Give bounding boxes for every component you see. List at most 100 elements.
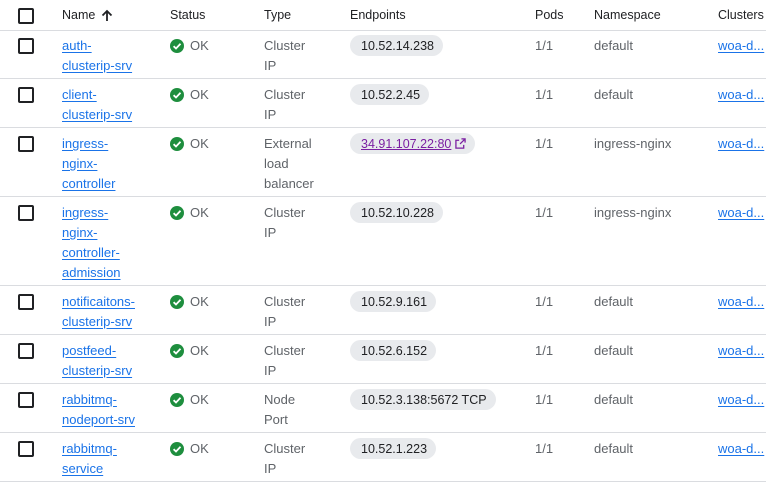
table-row: client-clusterip-srv OK Cluster IP 10.52.2.4… — [0, 79, 766, 128]
namespace: default — [594, 343, 634, 358]
column-header-status[interactable]: Status — [170, 8, 205, 22]
endpoint-text: 10.52.10.228 — [361, 205, 434, 220]
service-type: Cluster IP — [264, 85, 334, 125]
pods-count: 1/1 — [535, 441, 554, 456]
namespace: default — [594, 38, 634, 53]
service-name-line: ingress- — [62, 136, 109, 151]
column-header-name[interactable]: Name — [62, 8, 113, 22]
pods-count: 1/1 — [535, 87, 554, 102]
service-name-text[interactable]: postfeed-clusterip-srv — [62, 341, 154, 381]
service-name-text[interactable]: notificaitons-clusterip-srv — [62, 292, 154, 332]
table-row: ingress-nginx-controller OK External load ba… — [0, 128, 766, 197]
service-name-link[interactable]: client-clusterip-srv — [62, 85, 154, 125]
table-row: rabbitmq-nodeport-srv OK Node Port 10.52.3.1… — [0, 384, 766, 433]
endpoint-cell: 10.52.10.228 — [350, 202, 443, 223]
service-name-line: client- — [62, 87, 97, 102]
service-name-text[interactable]: ingress-nginx-controller — [62, 134, 154, 194]
service-name-text[interactable]: ingress-nginx-controller-admission — [62, 203, 154, 283]
pods-count: 1/1 — [535, 136, 554, 151]
service-name-line: postfeed- — [62, 343, 117, 358]
endpoint-chip: 10.52.1.223 — [350, 438, 437, 459]
row-checkbox[interactable] — [18, 441, 34, 457]
endpoint-link[interactable]: 34.91.107.22:80 — [350, 133, 476, 154]
check-circle-icon — [170, 442, 184, 456]
service-type: Cluster IP — [264, 292, 334, 332]
endpoint-text: 34.91.107.22:80 — [361, 136, 452, 151]
service-name-link[interactable]: rabbitmq-nodeport-srv — [62, 390, 154, 430]
service-name-link[interactable]: notificaitons-clusterip-srv — [62, 292, 154, 332]
service-name-link[interactable]: rabbitmq-service — [62, 439, 154, 479]
status-text: OK — [190, 205, 209, 220]
service-name-line: clusterip-srv — [62, 363, 133, 378]
endpoint-cell: 10.52.14.238 — [350, 35, 443, 56]
service-type: Cluster IP — [264, 36, 334, 76]
status-text: OK — [190, 343, 209, 358]
service-type-line: Port — [264, 412, 288, 427]
table-header: Name Status Type Endpoints Pods Namespac… — [0, 0, 766, 31]
column-header-clusters[interactable]: Clusters — [718, 8, 764, 22]
row-checkbox[interactable] — [18, 343, 34, 359]
check-circle-icon — [170, 39, 184, 53]
row-checkbox[interactable] — [18, 392, 34, 408]
service-name-line: rabbitmq- — [62, 441, 117, 456]
cluster-link[interactable]: woa-d... — [718, 390, 764, 410]
column-header-namespace[interactable]: Namespace — [594, 8, 661, 22]
column-header-pods[interactable]: Pods — [535, 8, 564, 22]
cluster-link[interactable]: woa-d... — [718, 203, 764, 223]
row-checkbox[interactable] — [18, 205, 34, 221]
cluster-link[interactable]: woa-d... — [718, 36, 764, 56]
cluster-link[interactable]: woa-d... — [718, 134, 764, 154]
endpoint-cell: 10.52.1.223 — [350, 438, 437, 459]
service-type-line: IP — [264, 107, 277, 122]
status-cell: OK — [170, 85, 209, 105]
status-text: OK — [190, 38, 209, 53]
cluster-link[interactable]: woa-d... — [718, 292, 764, 312]
service-name-link[interactable]: postfeed-clusterip-srv — [62, 341, 154, 381]
endpoint-text: 10.52.9.161 — [361, 294, 428, 309]
check-circle-icon — [170, 206, 184, 220]
cluster-link[interactable]: woa-d... — [718, 341, 764, 361]
service-type: Node Port — [264, 390, 334, 430]
namespace: ingress-nginx — [594, 205, 672, 220]
service-name-line: auth- — [62, 38, 92, 53]
service-name-link[interactable]: auth-clusterip-srv — [62, 36, 154, 76]
check-circle-icon — [170, 344, 184, 358]
status-cell: OK — [170, 203, 209, 223]
service-name-link[interactable]: ingress-nginx-controller-admission — [62, 203, 154, 283]
column-header-name-label: Name — [62, 8, 96, 22]
service-name-link[interactable]: ingress-nginx-controller — [62, 134, 154, 194]
service-name-text[interactable]: rabbitmq-nodeport-srv — [62, 390, 154, 430]
endpoint-chip: 10.52.3.138:5672 TCP — [350, 389, 496, 410]
service-name-text[interactable]: auth-clusterip-srv — [62, 36, 154, 76]
cluster-link[interactable]: woa-d... — [718, 439, 764, 459]
service-type-line: Cluster — [264, 87, 306, 102]
row-checkbox[interactable] — [18, 87, 34, 103]
table-row: postfeed-clusterip-srv OK Cluster IP 10.52.6… — [0, 335, 766, 384]
service-type: Cluster IP — [264, 439, 334, 479]
endpoint-text: 10.52.14.238 — [361, 38, 434, 53]
status-cell: OK — [170, 341, 209, 361]
service-name-line: controller- — [62, 245, 120, 260]
row-checkbox[interactable] — [18, 38, 34, 54]
cluster-link[interactable]: woa-d... — [718, 85, 764, 105]
row-checkbox[interactable] — [18, 136, 34, 152]
row-checkbox[interactable] — [18, 294, 34, 310]
service-name-text[interactable]: rabbitmq-service — [62, 439, 154, 479]
endpoint-text: 10.52.6.152 — [361, 343, 428, 358]
service-name-line: nodeport-srv — [62, 412, 135, 427]
service-type-line: IP — [264, 363, 277, 378]
service-type-line: External — [264, 136, 312, 151]
service-type-line: IP — [264, 225, 277, 240]
service-type-line: IP — [264, 314, 277, 329]
service-name-text[interactable]: client-clusterip-srv — [62, 85, 154, 125]
table-row: auth-clusterip-srv OK Cluster IP 10.52.14.23… — [0, 30, 766, 79]
service-name-line: clusterip-srv — [62, 314, 133, 329]
column-header-endpoints[interactable]: Endpoints — [350, 8, 406, 22]
select-all-checkbox[interactable] — [18, 8, 34, 24]
service-name-line: nginx- — [62, 156, 98, 171]
endpoint-cell: 10.52.6.152 — [350, 340, 437, 361]
check-circle-icon — [170, 88, 184, 102]
endpoint-chip: 10.52.10.228 — [350, 202, 443, 223]
column-header-type[interactable]: Type — [264, 8, 291, 22]
namespace: default — [594, 392, 634, 407]
